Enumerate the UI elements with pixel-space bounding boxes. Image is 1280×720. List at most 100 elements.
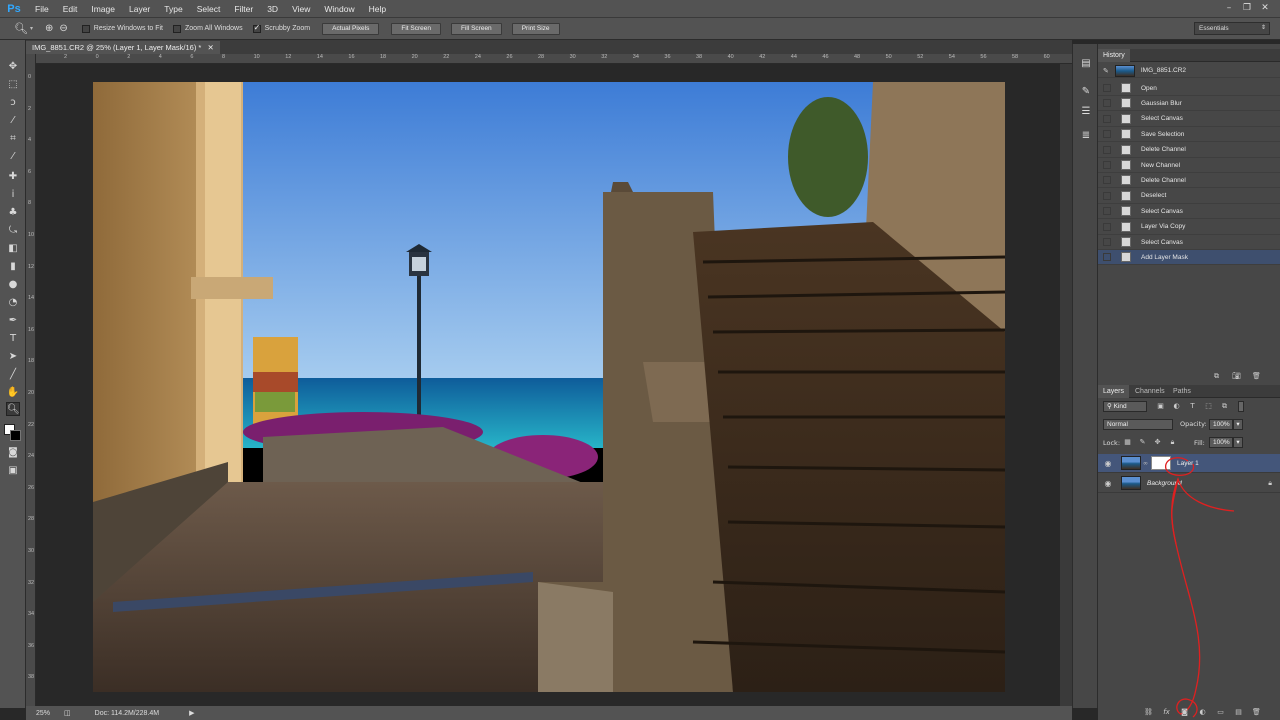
zoom-tool-active-icon[interactable]: 🔍︎ bbox=[6, 402, 20, 416]
crop-tool-icon[interactable]: ⌗ bbox=[6, 132, 20, 146]
status-info-icon[interactable]: ◫ bbox=[64, 709, 71, 717]
type-tool-icon[interactable]: T bbox=[6, 332, 20, 346]
tab-history[interactable]: History bbox=[1098, 49, 1130, 62]
lasso-tool-icon[interactable]: ↄ bbox=[6, 96, 20, 110]
zoom-out-icon[interactable]: ⊖ bbox=[59, 23, 67, 34]
blur-tool-icon[interactable]: ● bbox=[6, 278, 20, 292]
new-group-icon[interactable]: ▭ bbox=[1216, 708, 1225, 717]
canvas-area[interactable] bbox=[37, 64, 1060, 706]
blend-mode-select[interactable]: Normal bbox=[1103, 419, 1173, 430]
vertical-scrollbar[interactable] bbox=[1060, 64, 1072, 706]
zoom-in-icon[interactable]: ⊕ bbox=[45, 23, 53, 34]
delete-state-icon[interactable]: 🗑︎ bbox=[1252, 372, 1261, 381]
layer-thumbnail[interactable] bbox=[1121, 476, 1141, 490]
fill-slider-toggle[interactable]: ▾ bbox=[1233, 437, 1243, 448]
clone-stamp-tool-icon[interactable]: ♣ bbox=[6, 206, 20, 220]
quick-select-tool-icon[interactable]: ⁄ bbox=[6, 114, 20, 128]
filter-shape-icon[interactable]: ⬚ bbox=[1204, 402, 1213, 411]
history-item[interactable]: Select Canvas bbox=[1098, 204, 1280, 220]
menu-file[interactable]: File bbox=[28, 4, 56, 14]
hand-tool-icon[interactable]: ✋ bbox=[6, 386, 20, 400]
menu-3d[interactable]: 3D bbox=[260, 4, 285, 14]
eye-icon[interactable]: ◉ bbox=[1102, 459, 1114, 468]
lock-all-icon[interactable]: 🔒︎ bbox=[1168, 438, 1177, 447]
menu-type[interactable]: Type bbox=[157, 4, 189, 14]
layer-style-fx-icon[interactable]: fx bbox=[1162, 708, 1171, 717]
new-adjustment-layer-icon[interactable]: ◐ bbox=[1198, 708, 1207, 717]
brush-tool-icon[interactable]: ⅰ bbox=[6, 188, 20, 202]
history-source-checkbox[interactable] bbox=[1103, 253, 1111, 262]
history-item[interactable]: Gaussian Blur bbox=[1098, 96, 1280, 112]
new-layer-icon[interactable]: ▤ bbox=[1234, 708, 1243, 717]
menu-view[interactable]: View bbox=[285, 4, 317, 14]
history-source-checkbox[interactable] bbox=[1103, 114, 1111, 123]
menu-select[interactable]: Select bbox=[190, 4, 228, 14]
zoom-level[interactable]: 25% bbox=[36, 710, 50, 717]
filter-toggle[interactable] bbox=[1238, 401, 1244, 412]
history-source-checkbox[interactable] bbox=[1103, 161, 1111, 169]
menu-filter[interactable]: Filter bbox=[227, 4, 260, 14]
scrubby-zoom-checkbox[interactable]: Scrubby Zoom bbox=[252, 23, 310, 33]
document-image[interactable] bbox=[93, 82, 1005, 692]
eye-icon[interactable]: ◉ bbox=[1102, 479, 1114, 488]
history-item[interactable]: Layer Via Copy bbox=[1098, 220, 1280, 235]
marquee-tool-icon[interactable]: ⬚ bbox=[6, 78, 20, 92]
history-source-checkbox[interactable] bbox=[1103, 207, 1111, 216]
menu-layer[interactable]: Layer bbox=[122, 4, 157, 14]
history-source-checkbox[interactable] bbox=[1103, 130, 1111, 139]
layer-thumbnail[interactable] bbox=[1121, 456, 1141, 470]
history-source-checkbox[interactable] bbox=[1103, 99, 1111, 108]
filter-type-icon[interactable]: T bbox=[1188, 402, 1197, 411]
tool-preset-dropdown-icon[interactable]: ▾ bbox=[30, 25, 33, 32]
history-item[interactable]: Delete Channel bbox=[1098, 143, 1280, 158]
opacity-slider-toggle[interactable]: ▾ bbox=[1233, 419, 1243, 430]
history-source-checkbox[interactable] bbox=[1103, 145, 1111, 154]
horizontal-ruler[interactable]: 2 0 2 4 6 8 10 12 14 16 18 20 22 24 26 28 30 32 34 36 38 40 42… bbox=[36, 54, 1072, 64]
tab-layers[interactable]: Layers bbox=[1098, 385, 1130, 398]
pen-tool-icon[interactable]: ✒ bbox=[6, 314, 20, 328]
background-color-swatch[interactable] bbox=[10, 430, 21, 441]
fill-input[interactable]: 100% bbox=[1209, 437, 1233, 448]
dodge-tool-icon[interactable]: ◔ bbox=[6, 296, 20, 310]
status-menu-arrow-icon[interactable]: ▶ bbox=[189, 709, 194, 717]
zoom-all-windows-checkbox[interactable]: Zoom All Windows bbox=[173, 24, 243, 33]
menu-edit[interactable]: Edit bbox=[56, 4, 85, 14]
close-icon[interactable]: ✕ bbox=[1258, 2, 1272, 14]
brush-panel-icon[interactable]: ✎ bbox=[1080, 86, 1092, 98]
properties-panel-icon[interactable]: ≣ bbox=[1080, 130, 1092, 142]
link-layers-icon[interactable]: ⛓ bbox=[1144, 708, 1153, 717]
filter-adjustment-icon[interactable]: ◐ bbox=[1172, 402, 1181, 411]
history-source-checkbox[interactable] bbox=[1103, 84, 1111, 92]
history-item[interactable]: Add Layer Mask bbox=[1098, 250, 1280, 266]
adjustments-panel-icon[interactable]: ☰ bbox=[1080, 106, 1092, 118]
path-selection-tool-icon[interactable]: ➤ bbox=[6, 350, 20, 364]
new-document-from-state-icon[interactable]: ⧉ bbox=[1212, 372, 1221, 381]
history-source-checkbox[interactable] bbox=[1103, 191, 1111, 200]
history-item[interactable]: Select Canvas bbox=[1098, 235, 1280, 250]
lock-image-icon[interactable]: ✎ bbox=[1138, 438, 1147, 447]
workspace-select[interactable]: Essentials ⇕ bbox=[1194, 22, 1270, 35]
tab-close-icon[interactable]: ✕ bbox=[207, 43, 213, 52]
history-item[interactable]: Save Selection bbox=[1098, 127, 1280, 143]
tab-paths[interactable]: Paths bbox=[1168, 385, 1196, 398]
quick-mask-icon[interactable]: ◙ bbox=[6, 446, 20, 460]
history-brush-source-icon[interactable]: ✎ bbox=[1103, 67, 1109, 75]
lock-position-icon[interactable]: ✥ bbox=[1153, 438, 1162, 447]
eraser-tool-icon[interactable]: ◧ bbox=[6, 242, 20, 256]
document-tab[interactable]: IMG_8851.CR2 @ 25% (Layer 1, Layer Mask/… bbox=[26, 41, 220, 54]
opacity-input[interactable]: 100% bbox=[1209, 419, 1233, 430]
filter-smart-object-icon[interactable]: ⧉ bbox=[1220, 402, 1229, 411]
layer-filter-kind-select[interactable]: ⚲ Kind bbox=[1103, 401, 1147, 412]
history-item[interactable]: New Channel bbox=[1098, 158, 1280, 173]
resize-windows-checkbox[interactable]: Resize Windows to Fit bbox=[81, 24, 163, 33]
history-snapshot[interactable]: ✎ IMG_8851.CR2 bbox=[1098, 64, 1280, 78]
healing-brush-tool-icon[interactable]: ✚ bbox=[6, 170, 20, 184]
minimize-icon[interactable]: – bbox=[1222, 2, 1236, 14]
history-source-checkbox[interactable] bbox=[1103, 222, 1111, 231]
line-tool-icon[interactable]: ╱ bbox=[6, 368, 20, 382]
menu-help[interactable]: Help bbox=[362, 4, 393, 14]
filter-pixel-icon[interactable]: ▣ bbox=[1156, 402, 1165, 411]
history-item[interactable]: Deselect bbox=[1098, 189, 1280, 204]
vertical-ruler[interactable]: 0 2 4 6 8 10 12 14 16 18 20 22 24 26 28 30 32 34 36 38 bbox=[26, 54, 36, 706]
actual-pixels-button[interactable]: Actual Pixels bbox=[322, 22, 380, 35]
